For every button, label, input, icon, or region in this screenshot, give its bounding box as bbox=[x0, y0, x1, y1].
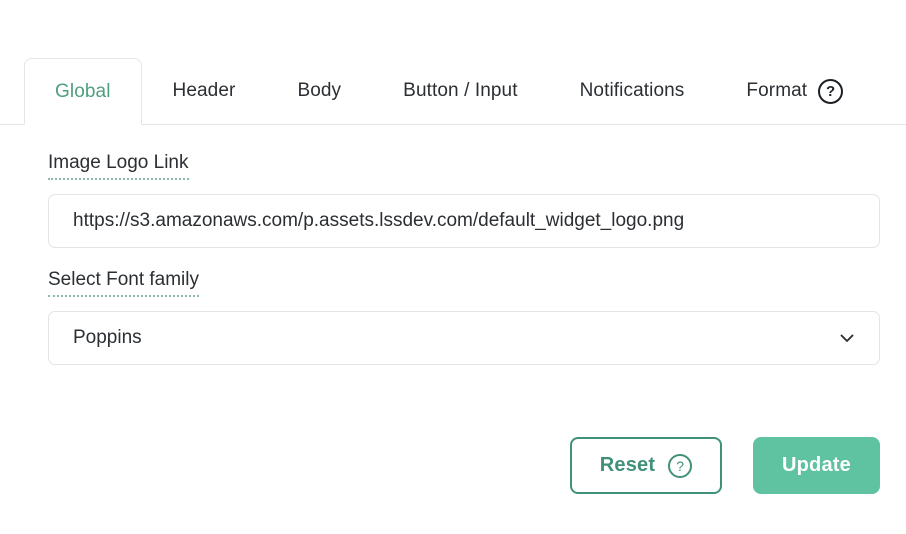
update-button-label: Update bbox=[782, 454, 851, 476]
tab-list: Global Header Body Button / Input Notifi… bbox=[24, 58, 874, 125]
global-settings-form: Image Logo Link Select Font family Poppi… bbox=[48, 152, 880, 386]
tab-label: Notifications bbox=[579, 80, 685, 101]
update-button[interactable]: Update bbox=[753, 437, 880, 494]
tab-button-input[interactable]: Button / Input bbox=[372, 58, 548, 124]
tab-label: Format bbox=[746, 80, 808, 101]
reset-button-label: Reset bbox=[599, 454, 656, 476]
font-family-selected-value: Poppins bbox=[73, 327, 142, 348]
tab-label: Header bbox=[172, 80, 236, 101]
image-logo-link-label: Image Logo Link bbox=[48, 152, 189, 180]
question-mark-circle-icon[interactable]: ? bbox=[818, 78, 844, 104]
form-actions: Reset ? Update bbox=[570, 437, 880, 494]
question-mark-circle-icon[interactable]: ? bbox=[668, 453, 693, 478]
settings-tab-bar: Global Header Body Button / Input Notifi… bbox=[0, 58, 906, 125]
tab-header[interactable]: Header bbox=[142, 58, 267, 124]
image-logo-link-input[interactable] bbox=[48, 194, 880, 248]
field-image-logo-link: Image Logo Link bbox=[48, 152, 880, 248]
tab-body[interactable]: Body bbox=[266, 58, 372, 124]
field-select-font-family: Select Font family Poppins bbox=[48, 269, 880, 365]
select-font-family-label: Select Font family bbox=[48, 269, 199, 297]
font-family-select[interactable]: Poppins bbox=[48, 311, 880, 365]
tab-notifications[interactable]: Notifications bbox=[549, 58, 716, 124]
tab-label: Body bbox=[297, 80, 342, 101]
tab-label: Button / Input bbox=[403, 80, 518, 101]
tab-format[interactable]: Format ? bbox=[715, 58, 874, 124]
tab-global[interactable]: Global bbox=[24, 58, 142, 125]
chevron-down-icon bbox=[840, 334, 854, 342]
tab-help-wrap[interactable]: ? bbox=[818, 78, 844, 104]
tab-label: Global bbox=[55, 80, 111, 102]
reset-button[interactable]: Reset ? bbox=[570, 437, 722, 494]
